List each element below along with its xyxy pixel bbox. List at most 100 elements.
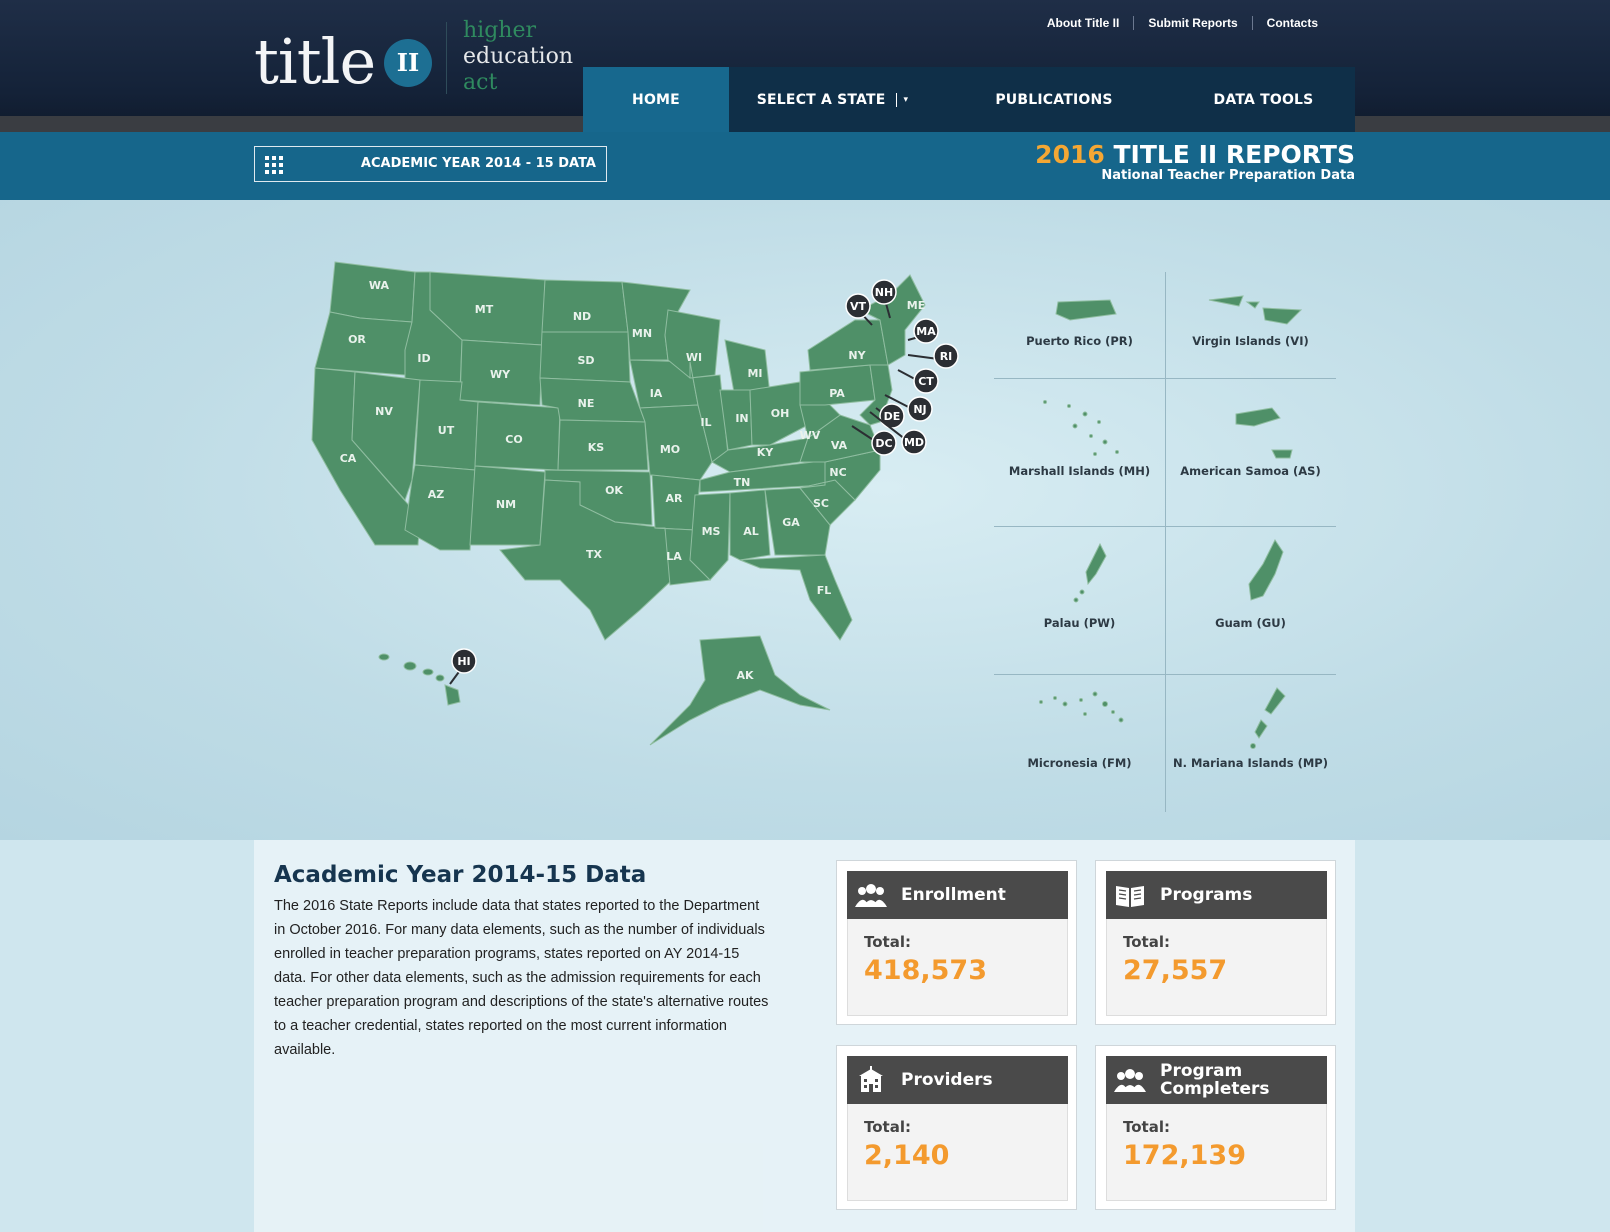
state-label: MT <box>475 303 494 316</box>
tab-data-tools[interactable]: DATA TOOLS <box>1172 67 1355 132</box>
state-label: NE <box>578 397 595 410</box>
stat-total-label: Total: <box>1123 1118 1170 1136</box>
svg-text:NJ: NJ <box>913 403 926 416</box>
stat-name: Program Completers <box>1160 1061 1270 1099</box>
state-wa[interactable] <box>329 261 416 323</box>
state-label: WY <box>490 368 511 381</box>
info-title: Academic Year 2014-15 Data <box>274 862 647 888</box>
state-label: OK <box>605 484 623 497</box>
logo-sub-line: education <box>463 44 573 69</box>
state-label: TN <box>734 476 751 489</box>
site-logo[interactable]: title II higher education act <box>254 18 574 102</box>
tab-data-tools-label: DATA TOOLS <box>1213 91 1314 108</box>
book-icon <box>1116 886 1144 907</box>
report-title: 2016 TITLE II REPORTS National Teacher P… <box>1035 142 1355 184</box>
marshall-islands-shape <box>1042 400 1119 456</box>
tab-publications-label: PUBLICATIONS <box>995 91 1113 108</box>
state-label: OH <box>771 407 790 420</box>
pin-ri[interactable]: RI <box>907 343 959 369</box>
state-label: MI <box>747 367 762 380</box>
stat-value: 27,557 <box>1123 955 1228 986</box>
info-body: The 2016 State Reports include data that… <box>274 898 769 1058</box>
territory-pr[interactable]: Puerto Rico (PR) <box>994 284 1165 348</box>
academic-year-button[interactable]: ACADEMIC YEAR 2014 - 15 DATA <box>254 146 607 182</box>
state-label: WV <box>800 429 821 442</box>
state-ny[interactable] <box>807 319 889 371</box>
svg-text:DE: DE <box>884 410 901 423</box>
svg-text:VT: VT <box>850 300 867 313</box>
stat-card-providers[interactable]: Providers Total: 2,140 <box>836 1045 1077 1210</box>
territory-as[interactable]: American Samoa (AS) <box>1165 392 1336 478</box>
state-label: GA <box>782 516 800 529</box>
state-label: NV <box>375 405 393 418</box>
territory-label: Marshall Islands (MH) <box>1008 464 1151 478</box>
stat-header: Enrollment <box>847 871 1068 919</box>
state-label: AZ <box>428 488 445 501</box>
main-nav: HOME SELECT A STATE ▾ PUBLICATIONS DATA … <box>583 67 1355 132</box>
territory-pw[interactable]: Palau (PW) <box>994 534 1165 630</box>
stat-total-label: Total: <box>864 1118 911 1136</box>
territory-fm[interactable]: Micronesia (FM) <box>994 684 1165 770</box>
pin-ct[interactable]: CT <box>897 368 939 394</box>
chevron-down-icon: ▾ <box>895 92 909 107</box>
stat-total-label: Total: <box>1123 933 1170 951</box>
tab-publications[interactable]: PUBLICATIONS <box>936 67 1172 132</box>
state-nd[interactable] <box>541 279 629 333</box>
state-label: AR <box>666 492 684 505</box>
tab-select-a-state-label: SELECT A STATE <box>756 91 886 108</box>
american-samoa-shape <box>1235 407 1293 459</box>
stat-header: Programs <box>1106 871 1327 919</box>
stat-card-programs[interactable]: Programs Total: 27,557 <box>1095 860 1336 1025</box>
report-bar: ACADEMIC YEAR 2014 - 15 DATA 2016 TITLE … <box>0 132 1610 200</box>
state-label: WA <box>369 279 390 292</box>
northern-mariana-islands-shape <box>1249 687 1286 749</box>
map-area: WA OR CA ID NV MT WY UT AZ CO NM ND SD N… <box>0 200 1610 840</box>
state-label: AK <box>736 669 754 682</box>
pin-ma[interactable]: MA <box>907 318 939 344</box>
state-fl[interactable] <box>739 554 853 641</box>
svg-text:NH: NH <box>875 286 893 299</box>
stat-card-enrollment[interactable]: Enrollment Total: 418,573 <box>836 860 1077 1025</box>
stat-name: Programs <box>1160 885 1253 905</box>
stat-body: Total: 172,139 <box>1106 1104 1327 1201</box>
tab-home[interactable]: HOME <box>583 67 729 132</box>
stat-value: 172,139 <box>1123 1140 1246 1171</box>
stat-body: Total: 2,140 <box>847 1104 1068 1201</box>
contacts-link[interactable]: Contacts <box>1251 16 1318 30</box>
state-label: VA <box>831 439 848 452</box>
svg-text:MA: MA <box>916 325 936 338</box>
palau-shape <box>1073 542 1107 603</box>
academic-year-label: ACADEMIC YEAR 2014 - 15 DATA <box>360 156 596 171</box>
state-label: MN <box>632 327 652 340</box>
territory-label: Palau (PW) <box>1043 616 1116 630</box>
territory-label: Puerto Rico (PR) <box>1026 334 1133 348</box>
territory-mh[interactable]: Marshall Islands (MH) <box>994 392 1165 478</box>
logo-word: title <box>254 25 376 98</box>
stat-total-label: Total: <box>864 933 911 951</box>
state-label: TX <box>586 548 603 561</box>
logo-divider <box>446 22 447 94</box>
territory-vi[interactable]: Virgin Islands (VI) <box>1165 284 1336 348</box>
stat-card-program-completers[interactable]: Program Completers Total: 172,139 <box>1095 1045 1336 1210</box>
stat-body: Total: 27,557 <box>1106 919 1327 1016</box>
svg-text:HI: HI <box>457 655 470 668</box>
territory-label: American Samoa (AS) <box>1180 464 1321 478</box>
state-label: WI <box>686 351 702 364</box>
pin-hi[interactable]: HI <box>449 648 477 685</box>
territory-gu[interactable]: Guam (GU) <box>1165 534 1336 630</box>
territory-label: Virgin Islands (VI) <box>1192 334 1309 348</box>
state-ak[interactable] <box>649 635 831 746</box>
about-title-ii-link[interactable]: About Title II <box>1033 16 1133 30</box>
state-label: MS <box>702 525 721 538</box>
territory-mp[interactable]: N. Mariana Islands (MP) <box>1165 684 1336 770</box>
state-label: IA <box>650 387 663 400</box>
state-label: IL <box>700 416 711 429</box>
territory-divider <box>994 674 1336 675</box>
puerto-rico-shape <box>1054 299 1117 321</box>
state-label: CA <box>340 452 357 465</box>
logo-numeral: II <box>384 39 432 87</box>
submit-reports-link[interactable]: Submit Reports <box>1133 16 1251 30</box>
tab-select-a-state[interactable]: SELECT A STATE ▾ <box>729 67 936 132</box>
territory-divider <box>994 378 1336 379</box>
stat-value: 2,140 <box>864 1140 950 1171</box>
